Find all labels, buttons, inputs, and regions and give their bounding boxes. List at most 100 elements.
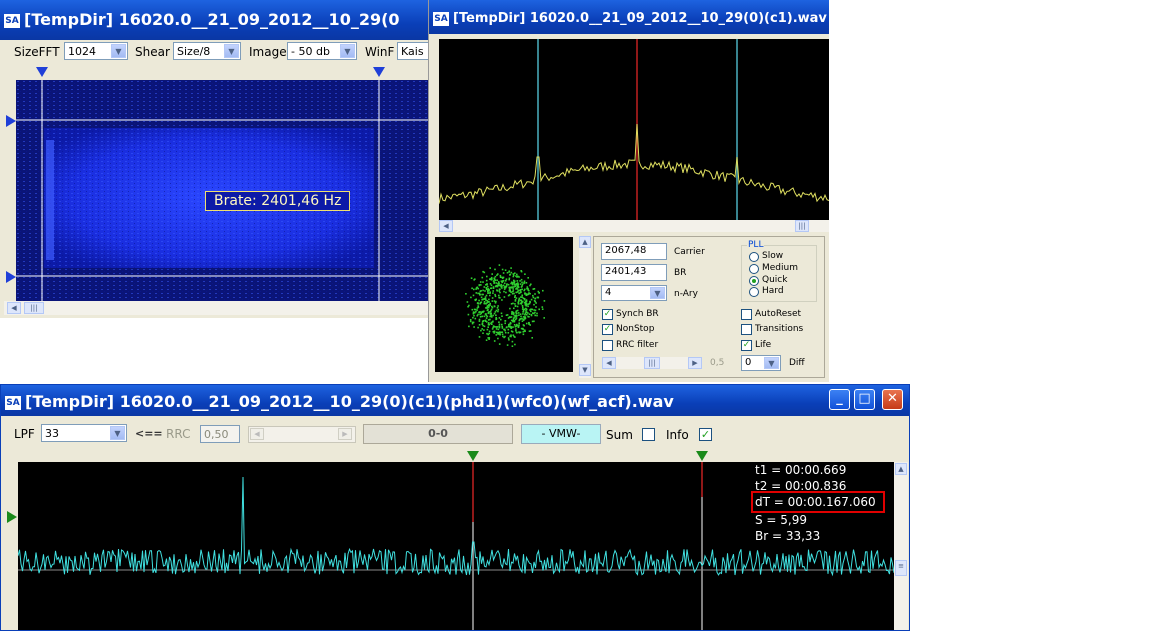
- pll-radio-quick[interactable]: [749, 276, 759, 286]
- image-select[interactable]: - 50 db ▼: [287, 42, 357, 60]
- life-checkbox[interactable]: ✓: [741, 340, 752, 351]
- sizefft-select[interactable]: 1024 ▼: [64, 42, 128, 60]
- marker-handle-right[interactable]: [373, 67, 385, 77]
- winf-select[interactable]: Kais: [397, 42, 428, 60]
- nary-select[interactable]: 4 ▼: [601, 285, 667, 301]
- constellation-point: [519, 313, 522, 315]
- rrc-slider[interactable]: ◀ ▶: [248, 426, 356, 443]
- constellation-point: [478, 336, 481, 338]
- scroll-right-icon[interactable]: ▶: [338, 428, 352, 440]
- scroll-thumb[interactable]: |||: [795, 220, 809, 232]
- scroll-left-icon[interactable]: ◀: [602, 357, 616, 369]
- constellation-point: [469, 320, 472, 323]
- marker-handle-left[interactable]: [36, 67, 48, 77]
- br-input[interactable]: 2401,43: [601, 264, 667, 281]
- scroll-down-icon[interactable]: ▼: [579, 364, 591, 376]
- marker-handle-top[interactable]: [6, 115, 16, 127]
- constellation-point: [511, 345, 514, 347]
- constellation-point: [501, 327, 504, 329]
- slider-thumb[interactable]: |||: [644, 357, 660, 369]
- carrier-value: 2067,48: [605, 245, 647, 256]
- chevron-down-icon: ▼: [650, 287, 665, 299]
- waterfall-title-bar[interactable]: SA [TempDir] 16020.0__21_09_2012__10_29(0: [0, 0, 428, 40]
- carrier-input[interactable]: 2067,48: [601, 243, 667, 260]
- constellation-vscrollbar[interactable]: ▲ ▼: [579, 236, 591, 378]
- constellation-point: [487, 301, 490, 303]
- constellation-point: [499, 276, 502, 278]
- readout-dt: dT = 00:00.167.060: [755, 495, 876, 509]
- constellation-point: [475, 292, 478, 294]
- pll-radio-medium[interactable]: [749, 264, 759, 274]
- minimize-button[interactable]: _: [829, 389, 850, 410]
- nonstop-checkbox[interactable]: ✓: [602, 324, 613, 335]
- constellation-point: [470, 296, 472, 299]
- info-checkbox[interactable]: ✓: [699, 428, 712, 441]
- constellation-point: [521, 300, 524, 303]
- waterfall-hscrollbar[interactable]: ◀ |||: [4, 301, 428, 315]
- acf-marker-handle-t2[interactable]: [696, 451, 708, 461]
- chevron-down-icon: ▼: [340, 44, 355, 58]
- shear-select[interactable]: Size/8 ▼: [173, 42, 241, 60]
- mode-indicator[interactable]: - VMW-: [521, 424, 601, 444]
- scroll-thumb[interactable]: |||: [24, 302, 44, 314]
- constellation-point: [541, 306, 544, 308]
- constellation-point: [483, 286, 486, 288]
- acf-vscrollbar[interactable]: ▲ ≡: [894, 462, 908, 630]
- constellation-point: [492, 326, 494, 329]
- constellation-point: [485, 339, 488, 341]
- autoreset-checkbox[interactable]: [741, 309, 752, 320]
- diff-value: 0: [745, 357, 752, 368]
- constellation-point: [487, 309, 489, 311]
- constellation-point: [535, 306, 537, 308]
- pll-radio-slow[interactable]: [749, 252, 759, 262]
- acf-marker-handle-t1[interactable]: [467, 451, 479, 461]
- constellation-point: [520, 278, 523, 281]
- constellation-point: [500, 283, 502, 286]
- marker-handle-bottom[interactable]: [6, 271, 16, 283]
- constellation-point: [520, 318, 522, 320]
- constellation-point: [508, 288, 511, 290]
- transitions-checkbox[interactable]: [741, 324, 752, 335]
- rrc-filter-checkbox[interactable]: [602, 340, 613, 351]
- constellation-point: [506, 271, 509, 274]
- synch-br-checkbox[interactable]: ✓: [602, 309, 613, 320]
- rrc-input[interactable]: 0,50: [200, 425, 240, 443]
- constellation-point: [494, 268, 496, 271]
- acf-title-bar[interactable]: SA [TempDir] 16020.0__21_09_2012__10_29(0…: [1, 385, 909, 416]
- diff-select[interactable]: 0 ▼: [741, 355, 781, 371]
- acf-level-handle[interactable]: [7, 511, 17, 523]
- maximize-button[interactable]: □: [854, 389, 875, 410]
- constellation-point: [489, 283, 492, 285]
- constellation-point: [513, 292, 515, 295]
- scroll-left-icon[interactable]: ◀: [439, 220, 453, 232]
- sum-checkbox[interactable]: [642, 428, 655, 441]
- constellation-display[interactable]: [435, 237, 573, 372]
- rolloff-slider[interactable]: ◀ ||| ▶: [602, 357, 702, 369]
- constellation-point: [488, 338, 490, 340]
- constellation-point: [500, 312, 503, 315]
- close-button[interactable]: ✕: [882, 389, 903, 410]
- spectrum-title-bar[interactable]: SA [TempDir] 16020.0__21_09_2012__10_29(0…: [429, 0, 829, 34]
- constellation-point: [501, 315, 503, 317]
- scroll-right-icon[interactable]: ▶: [688, 357, 702, 369]
- lpf-select[interactable]: 33 ▼: [41, 424, 127, 442]
- scroll-thumb[interactable]: ≡: [895, 560, 907, 576]
- spectrum-plot[interactable]: [439, 39, 829, 220]
- scroll-left-icon[interactable]: ◀: [7, 302, 21, 314]
- constellation-point: [483, 329, 485, 331]
- constellation-point: [517, 312, 520, 314]
- constellation-point: [498, 343, 501, 345]
- scroll-up-icon[interactable]: ▲: [579, 236, 591, 248]
- apply-arrow-label[interactable]: <==: [135, 427, 163, 440]
- scroll-up-icon[interactable]: ▲: [895, 463, 907, 475]
- constellation-point: [508, 339, 510, 341]
- life-label: Life: [755, 340, 772, 350]
- constellation-point: [487, 290, 489, 293]
- spectrum-hscrollbar[interactable]: ◀ |||: [439, 220, 829, 232]
- constellation-point: [494, 311, 497, 313]
- scroll-left-icon[interactable]: ◀: [250, 428, 264, 440]
- constellation-point: [533, 312, 535, 315]
- constellation-point: [511, 281, 513, 284]
- pll-radio-hard[interactable]: [749, 287, 759, 297]
- constellation-point: [527, 312, 529, 314]
